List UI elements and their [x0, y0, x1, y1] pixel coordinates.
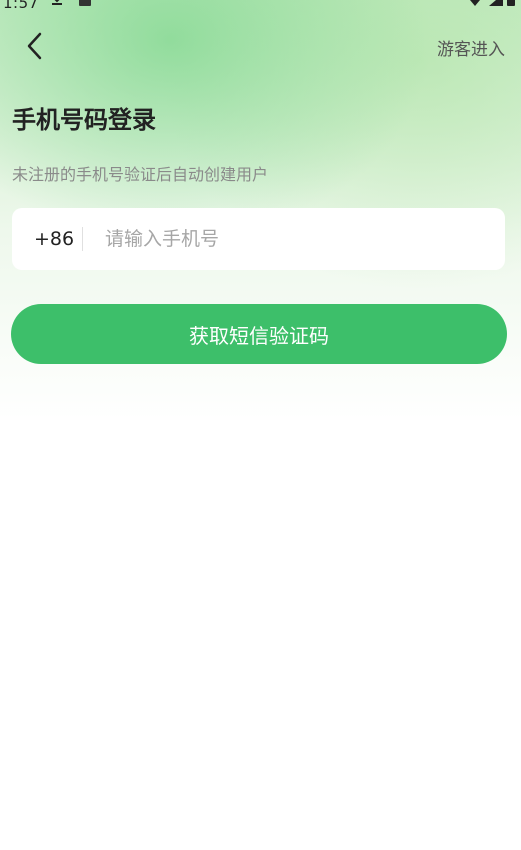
page-subtitle: 未注册的手机号验证后自动创建用户 — [12, 165, 269, 184]
status-time: 1:57 — [3, 0, 39, 12]
status-bar: 1:57 — [0, 0, 521, 14]
page-title: 手机号码登录 — [12, 106, 156, 134]
input-divider — [82, 227, 83, 251]
signal-icon — [489, 0, 503, 6]
guest-login-link[interactable]: 游客进入 — [437, 35, 505, 60]
phone-input[interactable] — [105, 228, 485, 250]
country-code-selector[interactable]: +86 — [34, 228, 78, 250]
download-icon — [50, 0, 64, 11]
chevron-left-icon — [27, 32, 42, 60]
status-indicators — [465, 0, 515, 8]
phone-input-container: +86 — [12, 208, 505, 270]
battery-icon — [507, 0, 515, 6]
get-sms-code-button[interactable]: 获取短信验证码 — [11, 304, 507, 364]
wifi-icon — [465, 0, 485, 6]
notification-icon — [79, 0, 91, 6]
back-button[interactable] — [18, 28, 52, 64]
